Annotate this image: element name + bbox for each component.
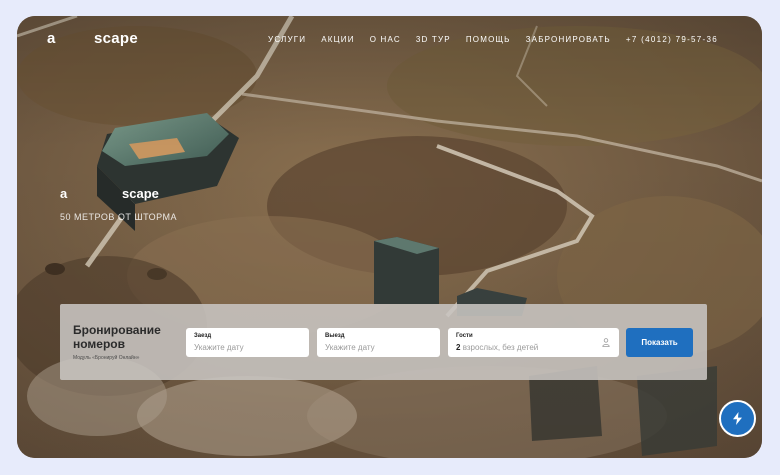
person-icon [602, 338, 610, 347]
checkin-placeholder: Укажите дату [194, 343, 244, 352]
photo-shade-overlay [17, 16, 762, 458]
guests-value: 2 взрослых, без детей [456, 343, 538, 352]
checkout-placeholder: Укажите дату [325, 343, 375, 352]
nav-item-about[interactable]: О НАС [370, 35, 401, 44]
booking-subtitle: Модуль «Бронируй Онлайн» [73, 355, 140, 361]
nav-item-book[interactable]: ЗАБРОНИРОВАТЬ [526, 35, 611, 44]
phone-link[interactable]: +7 (4012) 79-57-36 [626, 35, 718, 44]
checkout-field[interactable]: Выезд Укажите дату [317, 328, 440, 357]
brand-logo-left: a [47, 30, 56, 47]
nav-item-3d-tour[interactable]: 3D ТУР [416, 35, 451, 44]
guests-field[interactable]: Гости 2 взрослых, без детей [448, 328, 619, 357]
quick-action-button[interactable] [719, 400, 756, 437]
booking-panel: Бронирование номеров Модуль «Бронируй Он… [60, 304, 707, 380]
hero-logo-right: scape [122, 186, 159, 201]
checkin-label: Заезд [194, 333, 212, 339]
nav-item-promotions[interactable]: АКЦИИ [321, 35, 354, 44]
nav-item-services[interactable]: УСЛУГИ [268, 35, 306, 44]
brand-logo[interactable]: a scape [47, 30, 138, 47]
show-button[interactable]: Показать [626, 328, 693, 357]
checkin-field[interactable]: Заезд Укажите дату [186, 328, 309, 357]
lightning-icon [733, 412, 742, 425]
hero-section: a scape УСЛУГИ АКЦИИ О НАС 3D ТУР ПОМОЩЬ… [17, 16, 762, 458]
checkout-label: Выезд [325, 333, 345, 339]
guests-count: 2 [456, 343, 461, 352]
hero-tagline: 50 МЕТРОВ ОТ ШТОРМА [60, 212, 178, 222]
brand-logo-right: scape [94, 30, 139, 47]
main-nav: УСЛУГИ АКЦИИ О НАС 3D ТУР ПОМОЩЬ ЗАБРОНИ… [253, 35, 718, 44]
hero-logo: a scape [60, 186, 159, 201]
guests-label: Гости [456, 333, 473, 339]
nav-item-help[interactable]: ПОМОЩЬ [466, 35, 511, 44]
guests-text: взрослых, без детей [462, 343, 539, 352]
booking-title: Бронирование номеров [73, 323, 161, 351]
hero-logo-left: a [60, 186, 68, 201]
